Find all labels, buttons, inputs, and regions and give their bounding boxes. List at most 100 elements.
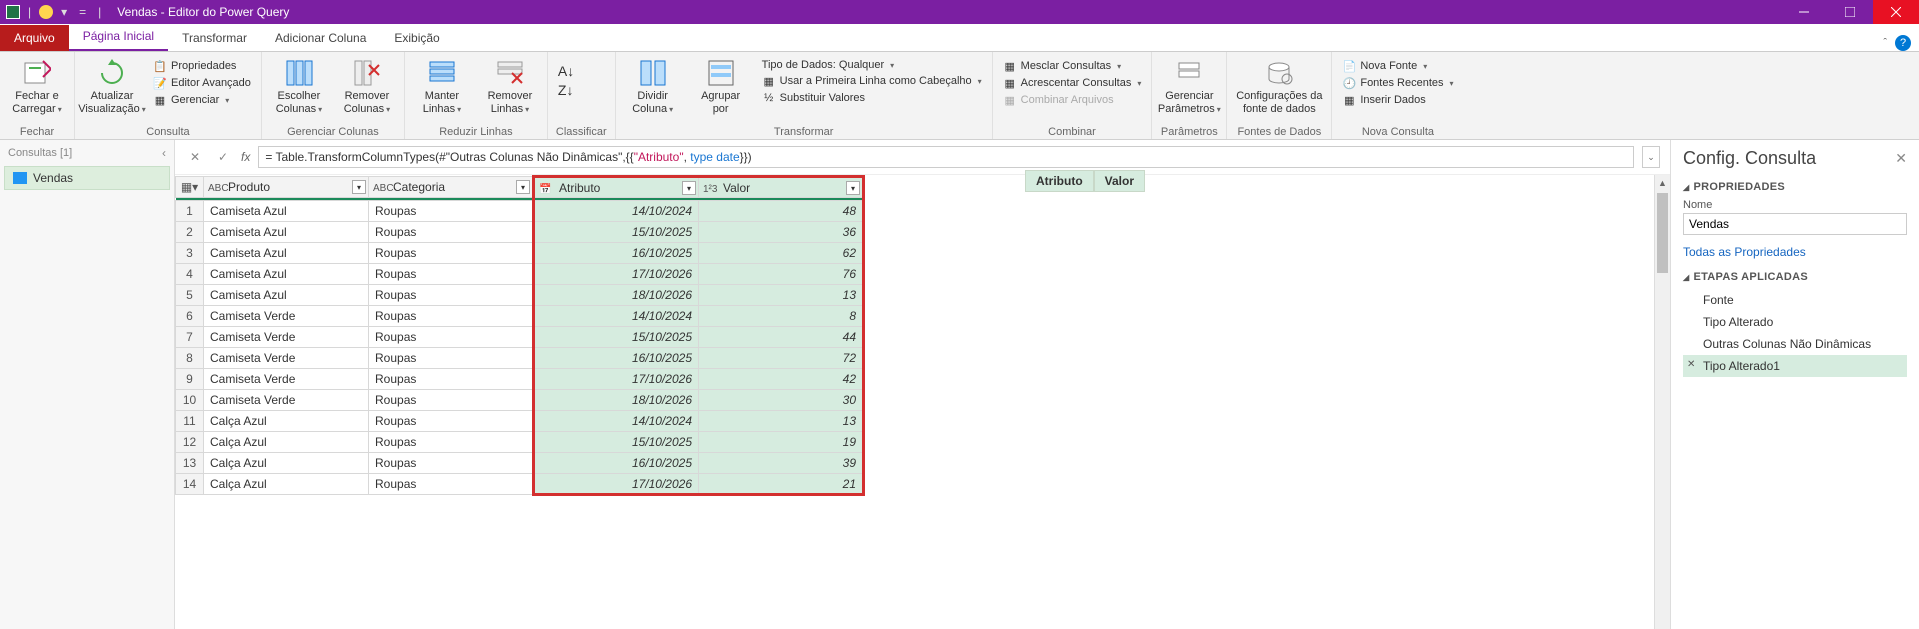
keep-rows-button[interactable]: Manter Linhas [413, 54, 471, 116]
formula-expand-button[interactable]: ⌄ [1642, 146, 1660, 168]
table-row[interactable]: 7Camiseta VerdeRoupas15/10/202544 [176, 327, 864, 348]
tab-transform[interactable]: Transformar [168, 25, 261, 51]
table-row[interactable]: 12Calça AzulRoupas15/10/202519 [176, 432, 864, 453]
cell-valor[interactable]: 19 [699, 432, 864, 453]
applied-steps-title[interactable]: ETAPAS APLICADAS [1683, 271, 1907, 283]
collapse-ribbon-icon[interactable]: ˆ [1883, 37, 1887, 49]
table-row[interactable]: 1Camiseta AzulRoupas14/10/202448 [176, 201, 864, 222]
row-number[interactable]: 10 [176, 390, 204, 411]
cell-categoria[interactable]: Roupas [369, 411, 534, 432]
cell-categoria[interactable]: Roupas [369, 201, 534, 222]
close-load-button[interactable]: Fechar e Carregar [8, 54, 66, 116]
table-row[interactable]: 13Calça AzulRoupas16/10/202539 [176, 453, 864, 474]
datatype-button[interactable]: Tipo de Dados: Qualquer [760, 58, 984, 72]
new-source-button[interactable]: 📄Nova Fonte [1340, 58, 1455, 74]
maximize-button[interactable] [1827, 0, 1873, 24]
cell-atributo[interactable]: 14/10/2024 [534, 411, 699, 432]
cell-atributo[interactable]: 17/10/2026 [534, 264, 699, 285]
cell-produto[interactable]: Calça Azul [204, 453, 369, 474]
cell-valor[interactable]: 30 [699, 390, 864, 411]
cell-valor[interactable]: 42 [699, 369, 864, 390]
vertical-scrollbar[interactable]: ▲ [1654, 175, 1670, 629]
properties-button[interactable]: 📋Propriedades [151, 58, 253, 74]
remove-rows-button[interactable]: Remover Linhas [481, 54, 539, 116]
manage-params-button[interactable]: Gerenciar Parâmetros [1160, 54, 1218, 116]
filter-dropdown-icon[interactable]: ▾ [516, 180, 530, 194]
cell-atributo[interactable]: 15/10/2025 [534, 222, 699, 243]
cell-categoria[interactable]: Roupas [369, 453, 534, 474]
table-row[interactable]: 10Camiseta VerdeRoupas18/10/202630 [176, 390, 864, 411]
row-number[interactable]: 9 [176, 369, 204, 390]
cell-categoria[interactable]: Roupas [369, 348, 534, 369]
query-name-input[interactable] [1683, 213, 1907, 235]
cell-produto[interactable]: Calça Azul [204, 411, 369, 432]
close-settings-icon[interactable]: ✕ [1895, 150, 1907, 167]
close-button[interactable] [1873, 0, 1919, 24]
data-grid[interactable]: ▦▾ ABCProduto▾ ABCCategoria▾ 📅Atributo▾ … [175, 175, 1654, 629]
filter-dropdown-icon[interactable]: ▾ [846, 181, 860, 195]
column-header-produto[interactable]: ABCProduto▾ [204, 177, 369, 198]
cell-atributo[interactable]: 15/10/2025 [534, 327, 699, 348]
cell-categoria[interactable]: Roupas [369, 327, 534, 348]
cell-valor[interactable]: 21 [699, 474, 864, 495]
cell-valor[interactable]: 76 [699, 264, 864, 285]
properties-section-title[interactable]: PROPRIEDADES [1683, 181, 1907, 193]
cell-atributo[interactable]: 16/10/2025 [534, 453, 699, 474]
applied-step[interactable]: Outras Colunas Não Dinâmicas [1683, 333, 1907, 355]
row-number[interactable]: 13 [176, 453, 204, 474]
table-row[interactable]: 11Calça AzulRoupas14/10/202413 [176, 411, 864, 432]
cell-produto[interactable]: Camiseta Azul [204, 243, 369, 264]
table-row[interactable]: 5Camiseta AzulRoupas18/10/202613 [176, 285, 864, 306]
scroll-thumb[interactable] [1657, 193, 1668, 273]
cell-categoria[interactable]: Roupas [369, 369, 534, 390]
split-column-button[interactable]: Dividir Coluna [624, 54, 682, 116]
fx-icon[interactable]: fx [241, 150, 250, 164]
cell-produto[interactable]: Camiseta Azul [204, 264, 369, 285]
table-row[interactable]: 3Camiseta AzulRoupas16/10/202562 [176, 243, 864, 264]
applied-step[interactable]: Tipo Alterado [1683, 311, 1907, 333]
cell-atributo[interactable]: 15/10/2025 [534, 432, 699, 453]
table-row[interactable]: 6Camiseta VerdeRoupas14/10/20248 [176, 306, 864, 327]
cell-atributo[interactable]: 14/10/2024 [534, 201, 699, 222]
cell-produto[interactable]: Camiseta Verde [204, 348, 369, 369]
cell-valor[interactable]: 72 [699, 348, 864, 369]
manage-button[interactable]: ▦Gerenciar [151, 92, 253, 108]
cell-produto[interactable]: Calça Azul [204, 432, 369, 453]
sort-asc-button[interactable]: A↓ [556, 62, 576, 80]
filter-dropdown-icon[interactable]: ▾ [352, 180, 366, 194]
cell-produto[interactable]: Camiseta Verde [204, 390, 369, 411]
table-row[interactable]: 9Camiseta VerdeRoupas17/10/202642 [176, 369, 864, 390]
cell-valor[interactable]: 44 [699, 327, 864, 348]
cell-valor[interactable]: 48 [699, 201, 864, 222]
cell-produto[interactable]: Camiseta Azul [204, 201, 369, 222]
table-row[interactable]: 2Camiseta AzulRoupas15/10/202536 [176, 222, 864, 243]
combine-files-button[interactable]: ▦Combinar Arquivos [1001, 92, 1144, 108]
cell-produto[interactable]: Camiseta Azul [204, 222, 369, 243]
replace-values-button[interactable]: ½Substituir Valores [760, 90, 984, 106]
row-number[interactable]: 8 [176, 348, 204, 369]
advanced-editor-button[interactable]: 📝Editor Avançado [151, 75, 253, 91]
cell-produto[interactable]: Camiseta Azul [204, 285, 369, 306]
choose-columns-button[interactable]: Escolher Colunas [270, 54, 328, 116]
help-icon[interactable]: ? [1895, 35, 1911, 51]
column-header-valor[interactable]: 1²3Valor▾ [699, 177, 864, 198]
row-number[interactable]: 1 [176, 201, 204, 222]
query-item-vendas[interactable]: Vendas [4, 166, 170, 190]
cell-produto[interactable]: Camiseta Verde [204, 306, 369, 327]
cell-categoria[interactable]: Roupas [369, 264, 534, 285]
merge-queries-button[interactable]: ▦Mesclar Consultas [1001, 58, 1144, 74]
cell-valor[interactable]: 13 [699, 285, 864, 306]
tab-add-column[interactable]: Adicionar Coluna [261, 25, 380, 51]
column-header-categoria[interactable]: ABCCategoria▾ [369, 177, 534, 198]
row-number[interactable]: 11 [176, 411, 204, 432]
cell-produto[interactable]: Camiseta Verde [204, 369, 369, 390]
first-row-header-button[interactable]: ▦Usar a Primeira Linha como Cabeçalho [760, 73, 984, 89]
cell-categoria[interactable]: Roupas [369, 306, 534, 327]
formula-input[interactable]: = Table.TransformColumnTypes(#"Outras Co… [258, 146, 1634, 168]
tab-home[interactable]: Página Inicial [69, 23, 168, 51]
all-properties-link[interactable]: Todas as Propriedades [1683, 245, 1907, 259]
column-header-atributo[interactable]: 📅Atributo▾ [534, 177, 699, 198]
group-by-button[interactable]: Agrupar por [692, 54, 750, 116]
table-row[interactable]: 14Calça AzulRoupas17/10/202621 [176, 474, 864, 495]
scroll-up-icon[interactable]: ▲ [1655, 175, 1670, 191]
